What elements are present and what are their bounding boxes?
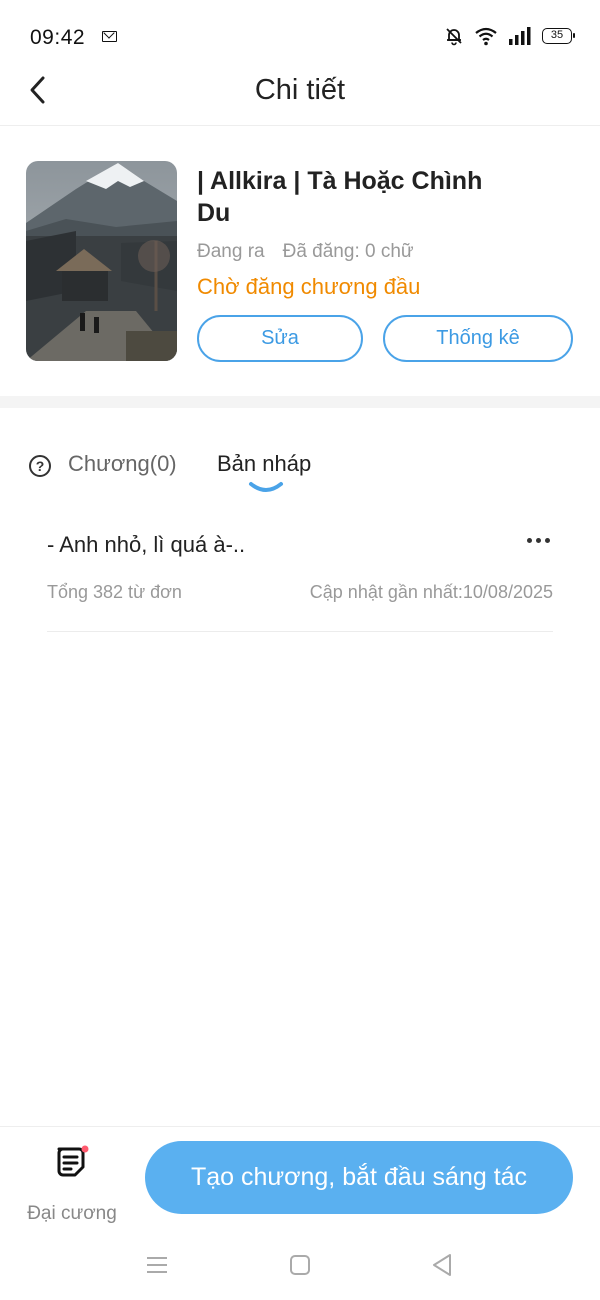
- draft-list-item[interactable]: - Anh nhỏ, lì quá à-.. Tổng 382 từ đơn C…: [47, 516, 553, 632]
- back-triangle-icon[interactable]: [427, 1250, 457, 1280]
- cover-illustration: [26, 161, 177, 361]
- mute-bell-icon: [446, 28, 462, 46]
- status-icons: 35: [444, 26, 575, 46]
- outline-button[interactable]: Đại cương: [20, 1141, 124, 1224]
- menu-icon[interactable]: [142, 1250, 172, 1280]
- draft-word-count: Tổng 382 từ đơn: [47, 582, 182, 602]
- outline-doc-icon: [57, 1145, 89, 1177]
- tab-bar: ? Chương(0) Bản nháp: [0, 440, 600, 500]
- signal-icon: [509, 27, 531, 45]
- draft-updated-date: Cập nhật gần nhất:10/08/2025: [309, 582, 553, 602]
- book-cover-image[interactable]: [26, 161, 177, 361]
- system-nav-bar: [0, 1230, 600, 1300]
- edit-button[interactable]: Sửa: [197, 315, 363, 362]
- home-icon[interactable]: [285, 1250, 315, 1280]
- page-title: Chi tiết: [254, 74, 346, 106]
- help-icon[interactable]: ?: [29, 455, 51, 477]
- publish-state: Đang ra: [197, 241, 265, 262]
- section-divider: [0, 396, 600, 408]
- header: Chi tiết: [0, 58, 600, 126]
- status-time: 09:42: [30, 26, 86, 49]
- word-count: Đã đăng: 0 chữ: [282, 241, 414, 262]
- outline-label: Đại cương: [27, 1203, 117, 1224]
- book-card: | Allkira | Tà Hoặc Chình Du Đang ra Đã đ…: [0, 127, 600, 397]
- more-icon[interactable]: [523, 528, 553, 552]
- wifi-icon: [475, 27, 497, 46]
- book-status: Chờ đăng chương đầu: [197, 274, 421, 299]
- active-tab-indicator: [249, 482, 283, 492]
- bottom-action-bar: Đại cương Tạo chương, bắt đầu sáng tác: [0, 1126, 600, 1230]
- tab-drafts[interactable]: Bản nháp: [217, 451, 311, 477]
- stats-button[interactable]: Thống kê: [383, 315, 573, 362]
- book-meta: Đang ra Đã đăng: 0 chữ: [197, 241, 414, 263]
- create-chapter-button[interactable]: Tạo chương, bắt đầu sáng tác: [145, 1141, 573, 1214]
- battery-icon: 35: [542, 28, 575, 44]
- tab-chapters[interactable]: Chương(0): [68, 451, 177, 477]
- book-title: | Allkira | Tà Hoặc Chình Du: [197, 167, 483, 227]
- mail-icon: [102, 31, 117, 42]
- draft-title: - Anh nhỏ, lì quá à-..: [47, 532, 246, 557]
